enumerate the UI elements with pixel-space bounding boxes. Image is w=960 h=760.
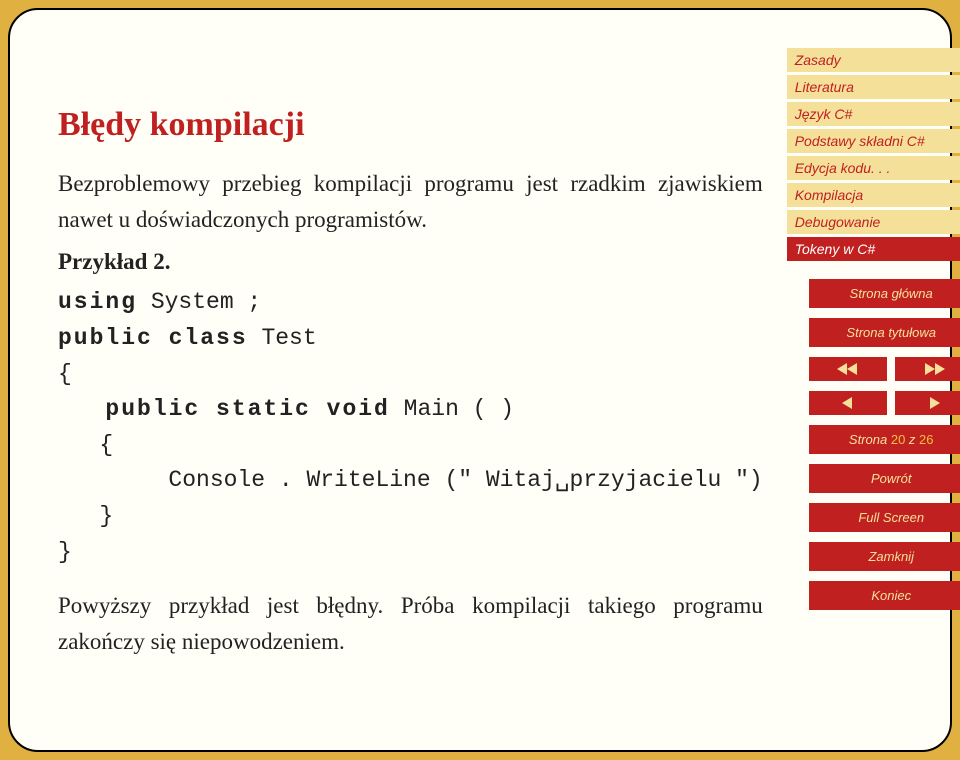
fast-back-button[interactable] xyxy=(809,357,888,381)
spacer xyxy=(787,264,960,276)
nav-kompilacja[interactable]: Kompilacja xyxy=(787,183,960,207)
prev-button[interactable] xyxy=(809,391,888,415)
nav-podstawy-skladni[interactable]: Podstawy składni C# xyxy=(787,129,960,153)
fullscreen-button[interactable]: Full Screen xyxy=(809,503,960,532)
intro-paragraph: Bezproblemowy przebieg kompilacji progra… xyxy=(58,166,763,237)
nav-row-step xyxy=(809,391,960,415)
page-current: 20 xyxy=(891,432,905,447)
back-button[interactable]: Powrót xyxy=(809,464,960,493)
nav-tokeny[interactable]: Tokeny w C# xyxy=(787,237,960,261)
page-indicator[interactable]: Strona 20 z 26 xyxy=(809,425,960,454)
sidebar: Zasady Literatura Język C# Podstawy skła… xyxy=(787,48,960,720)
code-block: using System ; public class Test { publi… xyxy=(58,285,763,570)
next-button[interactable] xyxy=(895,391,960,415)
title-page-button[interactable]: Strona tytułowa xyxy=(809,318,960,347)
left-icon xyxy=(842,397,854,409)
end-button[interactable]: Koniec xyxy=(809,581,960,610)
page-total: 26 xyxy=(919,432,933,447)
double-left-icon xyxy=(837,363,859,375)
double-right-icon xyxy=(923,363,945,375)
page-title: Błędy kompilacji xyxy=(58,106,763,144)
nav-zasady[interactable]: Zasady xyxy=(787,48,960,72)
outro-paragraph: Powyższy przykład jest błędny. Próba kom… xyxy=(58,588,763,659)
nav-debugowanie[interactable]: Debugowanie xyxy=(787,210,960,234)
page-sep: z xyxy=(905,432,919,447)
page-prefix: Strona xyxy=(849,432,891,447)
page-frame: Błędy kompilacji Bezproblemowy przebieg … xyxy=(8,8,952,752)
fast-forward-button[interactable] xyxy=(895,357,960,381)
nav-jezyk-csharp[interactable]: Język C# xyxy=(787,102,960,126)
nav-literatura[interactable]: Literatura xyxy=(787,75,960,99)
home-button[interactable]: Strona główna xyxy=(809,279,960,308)
example-heading: Przykład 2. xyxy=(58,249,763,275)
nav-edycja-kodu[interactable]: Edycja kodu. . . xyxy=(787,156,960,180)
right-icon xyxy=(928,397,940,409)
close-button[interactable]: Zamknij xyxy=(809,542,960,571)
main-content: Błędy kompilacji Bezproblemowy przebieg … xyxy=(58,48,763,720)
nav-row-fast xyxy=(809,357,960,381)
